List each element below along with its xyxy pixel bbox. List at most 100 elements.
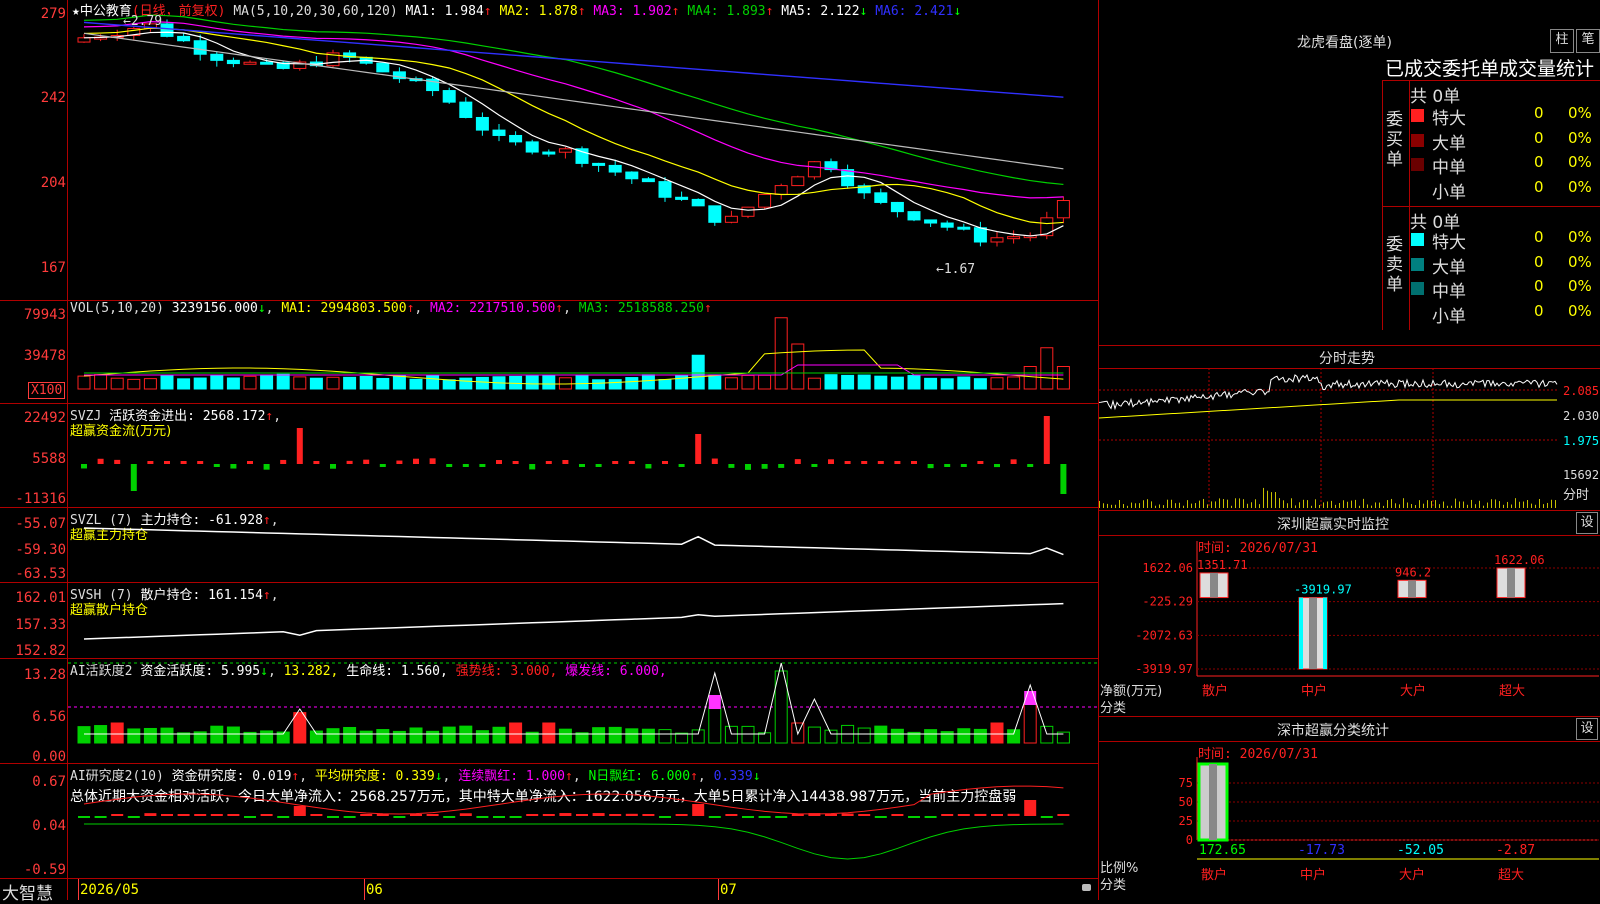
flow-bar: [728, 464, 735, 468]
research-bar: [177, 814, 190, 816]
research-bar: [1024, 800, 1037, 816]
color-swatch: [1411, 158, 1424, 171]
y-tick: 25: [1179, 814, 1193, 828]
volume-bar: [841, 374, 855, 390]
volume-bar: [509, 375, 523, 390]
volume-bar: [309, 377, 323, 390]
research-bar: [891, 814, 904, 816]
active-bar: [77, 726, 91, 744]
active-bar: [260, 730, 274, 744]
intraday-vol-bar: [1375, 502, 1376, 508]
volume-bar: [193, 377, 207, 390]
intraday-vol-bar: [1111, 504, 1112, 508]
flow-bar: [844, 461, 851, 464]
flow-bar: [678, 464, 685, 467]
value-label: 946.2: [1395, 565, 1431, 579]
active-bar: [625, 728, 639, 744]
active-bar: [874, 725, 888, 744]
intraday-vol-bar: [1179, 502, 1180, 508]
ai-research-panel[interactable]: AI研究度2(10) 资金研究度: 0.019↑, 平均研究度: 0.339↓,…: [68, 764, 1098, 878]
x-label-month: 07: [720, 882, 737, 898]
ai-active-panel[interactable]: AI活跃度2 资金活跃度: 5.995↓, 13.282, 生命线: 1.560…: [68, 659, 1098, 763]
color-swatch: [1411, 133, 1424, 147]
sz-classify-panel[interactable]: 深市超赢分类统计 设 时间: 2026/07/31 75 50 25 0 172.65 散…: [1099, 717, 1600, 900]
column-mode-button[interactable]: 柱: [1550, 29, 1574, 53]
intraday-vol-bar: [1527, 500, 1528, 508]
sz-monitor-chart: 1622.06-225.29-2072.63-3919.971351.71散户-…: [1135, 541, 1599, 699]
research-bar: [559, 813, 572, 816]
svsh-panel[interactable]: SVSH (7) 散户持仓: 161.154↑, 超赢散户持仓: [68, 583, 1098, 658]
research-bar: [244, 816, 256, 818]
volume-bar: [990, 377, 1004, 390]
intraday-vol-bar: [1379, 502, 1380, 508]
intraday-vol-bar: [1203, 498, 1204, 508]
research-bar: [310, 814, 323, 816]
research-bar: [343, 816, 356, 818]
color-swatch: [1411, 233, 1424, 246]
volume-panel[interactable]: VOL(5,10,20) 3239156.000↓, MA1: 2994803.…: [68, 301, 1098, 403]
y-tick: 0.04: [32, 818, 66, 834]
intraday-panel[interactable]: 分时走势 2.085 2.030 1.975 15692 分时: [1099, 346, 1600, 510]
flow-bar: [429, 458, 436, 464]
y-tick: 22492: [23, 410, 66, 426]
candle: [973, 227, 987, 243]
volume-bar: [675, 374, 689, 390]
volume-bar: [376, 377, 390, 390]
intraday-vol-bar: [1291, 498, 1292, 508]
low-price-label: ←1.67: [936, 262, 976, 277]
ma2-line: [83, 27, 1064, 225]
y-tick: -59.30: [15, 542, 66, 558]
active-bar: [509, 722, 523, 744]
y-tick: 13.28: [23, 667, 66, 683]
intraday-vol-bar: [1271, 492, 1272, 508]
candle: [924, 219, 938, 224]
research-bar: [127, 816, 140, 818]
order-row: 小单 0 0%: [1410, 178, 1600, 203]
order-label: 中单: [1432, 282, 1466, 302]
candle: [376, 62, 390, 73]
intraday-title: 分时走势: [1319, 351, 1375, 367]
flow-bar: [1060, 464, 1067, 494]
active-bar: [326, 728, 340, 744]
active-bar: [924, 729, 938, 744]
active-bar: [1023, 702, 1037, 744]
intraday-vol-bar: [1519, 501, 1520, 508]
sz-classify-chart: 75 50 25 0 172.65 散户 -17.73 中户 -52.05 大户 -2.87 超大: [1179, 757, 1599, 883]
intraday-vol-bar: [1311, 505, 1312, 508]
sell-side-label: 委卖单: [1386, 235, 1403, 295]
candlestick-chart: [77, 14, 1070, 247]
candle: [160, 23, 174, 37]
research-bar: [509, 816, 522, 818]
tick-mode-button[interactable]: 笔: [1576, 29, 1600, 53]
candle: [260, 61, 274, 65]
flow-bar-shade: [1408, 580, 1416, 598]
flow-bar: [379, 464, 386, 467]
sz-monitor-panel[interactable]: 深圳超赢实时监控 设 时间: 2026/07/31 1622.06 -225.29…: [1099, 511, 1600, 716]
lock-icon[interactable]: [1082, 884, 1091, 891]
intraday-vol-bar: [1359, 505, 1360, 508]
flow-bar: [761, 464, 768, 469]
intraday-vol-bar: [1507, 501, 1508, 508]
active-bar: [724, 725, 738, 744]
volume-bar: [973, 378, 987, 390]
main-kline-panel[interactable]: ★中公教育(日线，前复权) MA(5,10,20,30,60,120) MA1:…: [68, 0, 1098, 300]
svzj-panel[interactable]: SVZJ 活跃资金进出: 2568.172↑, 超赢资金流(万元): [68, 404, 1098, 507]
flow-bar: [180, 461, 187, 464]
y-tick: 79943: [23, 307, 66, 323]
active-bar: [691, 729, 705, 744]
flow-bar: [446, 464, 453, 467]
candle: [758, 193, 772, 208]
intraday-vol-bar: [1391, 498, 1392, 508]
value-label: -3919.97: [1294, 583, 1352, 597]
candle: [558, 148, 572, 153]
flow-bar: [894, 461, 901, 464]
volume-bar: [442, 379, 456, 390]
svzl-panel[interactable]: SVZL (7) 主力持仓: -61.928↑, 超赢主力持仓: [68, 508, 1098, 582]
intraday-vol-bar: [1451, 505, 1452, 508]
research-bar: [858, 814, 871, 816]
volume-bar: [724, 377, 738, 390]
flow-bar: [828, 459, 834, 464]
intraday-vol-bar: [1167, 499, 1168, 508]
research-bar: [941, 814, 954, 816]
intraday-vol-bar: [1319, 505, 1320, 508]
